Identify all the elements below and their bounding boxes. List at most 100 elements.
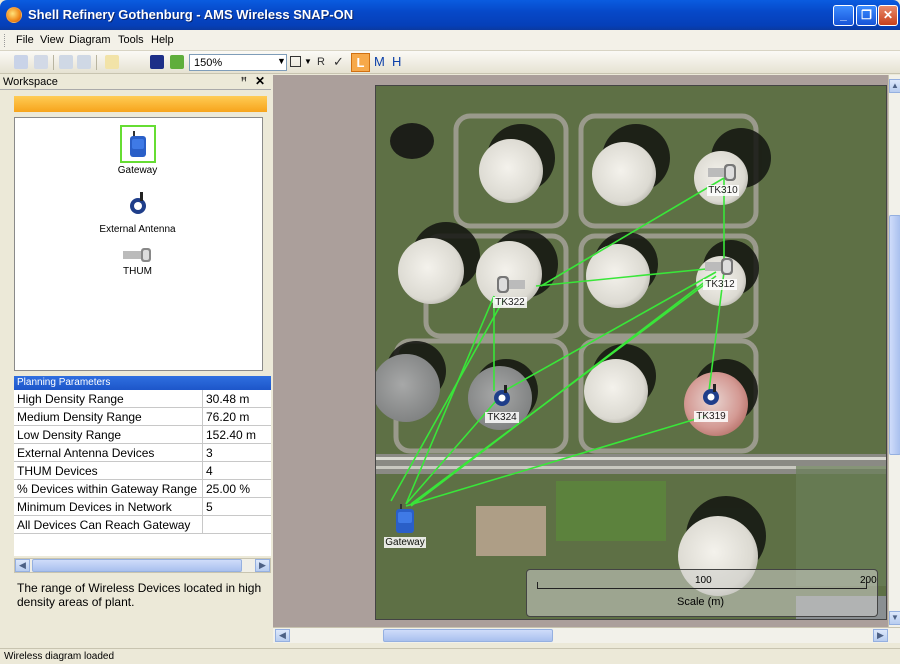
device-label: TK319 [694,411,728,422]
shape-dropdown-icon[interactable]: ▼ [304,57,312,66]
antenna-icon [126,192,150,218]
device-tk319[interactable]: TK319 [694,384,728,422]
toolbox-item-thum[interactable]: THUM [110,248,165,277]
toolbox-label: External Antenna [99,224,176,235]
scroll-right-icon[interactable]: ▶ [873,629,888,642]
restore-button[interactable]: ❐ [856,5,877,26]
menu-bar: File View Diagram Tools Help [0,30,900,51]
menu-view[interactable]: View [40,34,64,46]
pin-icon[interactable]: ꟸ [241,75,247,88]
scroll-thumb[interactable] [889,215,900,455]
gateway-icon [396,504,414,533]
param-value[interactable]: 3 [206,446,213,460]
param-value[interactable]: 5 [206,500,213,514]
device-label: TK312 [703,279,737,290]
thum-icon [122,248,153,262]
scroll-thumb[interactable] [32,559,242,572]
device-tk310[interactable]: TK310 [707,162,739,196]
h-button[interactable]: H [392,54,401,69]
device-label: TK310 [707,185,739,196]
scroll-up-icon[interactable]: ▲ [889,79,900,93]
open-icon[interactable] [34,55,48,69]
wizard-icon[interactable] [105,55,119,69]
check-button[interactable]: ✓ [333,54,344,70]
thum-icon [708,164,736,181]
param-value[interactable]: 76.20 m [206,410,249,424]
print-icon[interactable] [59,55,73,69]
param-value[interactable]: 30.48 m [206,392,249,406]
table-row[interactable]: Medium Density Range 76.20 m [14,408,271,426]
scale-bar [537,588,867,589]
scroll-thumb[interactable] [383,629,553,642]
table-row[interactable]: THUM Devices 4 [14,462,271,480]
param-name: High Density Range [17,392,124,406]
thum-icon [705,258,733,275]
new-icon[interactable] [14,55,28,69]
device-tk324[interactable]: TK324 [485,385,519,423]
device-label: TK322 [493,297,527,308]
device-tk322[interactable]: TK322 [493,274,527,308]
menu-file[interactable]: File [16,34,34,46]
r-button[interactable]: R [317,56,325,68]
save-icon[interactable] [150,55,164,69]
close-button[interactable]: ✕ [878,5,898,26]
scroll-left-icon[interactable]: ◀ [275,629,290,642]
status-text: Wireless diagram loaded [4,651,115,662]
param-name: Minimum Devices in Network [17,500,172,514]
table-row[interactable]: External Antenna Devices 3 [14,444,271,462]
workspace-title: Workspace [3,76,58,88]
site-map[interactable]: TK310 TK322 TK312 TK324 TK319 Gateway 10… [375,85,887,620]
preview-icon[interactable] [77,55,91,69]
close-panel-icon[interactable]: ✕ [255,74,265,88]
app-icon [6,7,22,23]
title-bar: Shell Refinery Gothenburg - AMS Wireless… [0,0,900,30]
param-name: Low Density Range [17,428,122,442]
menu-tools[interactable]: Tools [118,34,144,46]
grid-horizontal-scrollbar[interactable]: ◀ ▶ [14,558,271,573]
toolbox-item-gateway[interactable]: Gateway [110,125,165,176]
canvas-vertical-scrollbar[interactable]: ▲ ▼ [888,75,900,627]
param-value[interactable]: 25.00 % [206,482,250,496]
export-icon[interactable] [170,55,184,69]
minimize-button[interactable]: _ [833,5,854,26]
menu-help[interactable]: Help [151,34,174,46]
m-button[interactable]: M [374,54,385,69]
l-button[interactable]: L [351,53,370,72]
device-tk312[interactable]: TK312 [703,256,737,290]
link-tk324-gateway [405,400,497,505]
param-name: Medium Density Range [17,410,142,424]
zoom-dropdown-icon[interactable]: ▼ [277,56,286,66]
rectangle-tool-icon[interactable] [290,56,301,67]
scroll-down-icon[interactable]: ▼ [889,611,900,625]
table-row[interactable]: High Density Range 30.48 m [14,390,271,408]
toolbar-separator [96,55,97,70]
device-label: TK324 [485,412,519,423]
parameter-description: The range of Wireless Devices located in… [17,581,262,609]
menu-diagram[interactable]: Diagram [69,34,111,46]
link-tk312-gateway-b [410,280,707,507]
toolbox-label: THUM [123,266,152,277]
device-gateway[interactable]: Gateway [384,504,426,548]
link-tk322-gateway [405,295,495,505]
table-row[interactable]: All Devices Can Reach Gateway [14,516,271,534]
table-row[interactable]: Minimum Devices in Network 5 [14,498,271,516]
table-row[interactable]: % Devices within Gateway Range 25.00 % [14,480,271,498]
param-value[interactable]: 4 [206,464,213,478]
toolbar: 150% ▼ ▼ R ✓ L M H [0,51,900,74]
toolbox-label: Gateway [117,165,158,176]
workspace-toolbox: Gateway External Antenna THUM [14,117,263,371]
toolbox-item-antenna[interactable]: External Antenna [80,192,195,235]
param-name: % Devices within Gateway Range [17,482,198,496]
workspace-header: Workspace ꟸ ✕ [0,74,271,90]
canvas-horizontal-scrollbar[interactable]: ◀ ▶ [273,627,900,643]
scroll-left-icon[interactable]: ◀ [15,559,30,572]
param-value[interactable]: 152.40 m [206,428,256,442]
scale-tick [537,582,538,589]
menu-grip [4,34,7,47]
scale-label: Scale (m) [677,596,725,608]
zoom-select[interactable]: 150% [189,54,287,71]
scale-tick-label: 100 [695,575,712,586]
toolbar-separator [53,55,54,70]
table-row[interactable]: Low Density Range 152.40 m [14,426,271,444]
scroll-right-icon[interactable]: ▶ [255,559,270,572]
